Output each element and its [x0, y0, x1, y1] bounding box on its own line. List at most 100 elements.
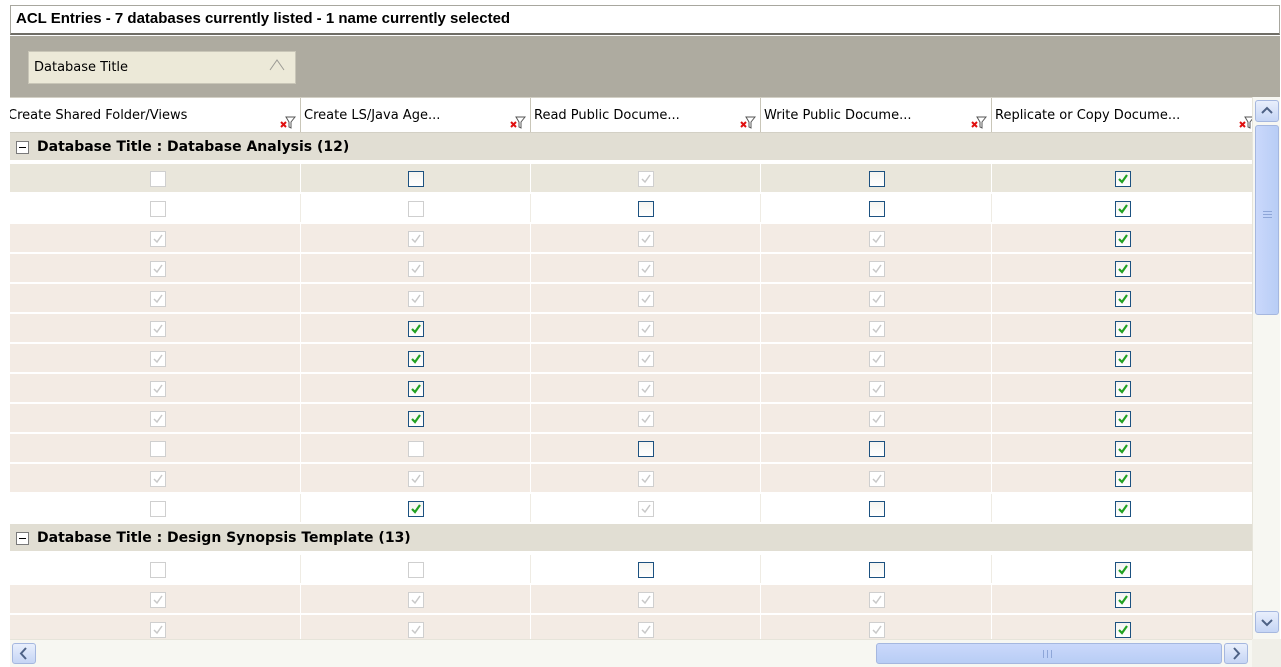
unchecked-checkbox[interactable] — [638, 562, 654, 578]
checked-checkbox[interactable] — [1115, 501, 1131, 517]
table-row[interactable] — [10, 194, 1252, 223]
checked-checkbox[interactable] — [1115, 441, 1131, 457]
checked-checkbox[interactable] — [1115, 411, 1131, 427]
unchecked-checkbox[interactable] — [868, 171, 885, 187]
arrow-down-icon — [1261, 619, 1273, 627]
group-by-database-title-chip[interactable]: Database Title — [28, 51, 296, 84]
disabled-checked-checkbox — [868, 411, 885, 427]
filter-clear-icon[interactable] — [1239, 109, 1252, 129]
filter-clear-icon[interactable] — [971, 109, 988, 129]
checked-checkbox[interactable] — [1115, 351, 1131, 367]
disabled-checked-checkbox — [408, 291, 424, 307]
collapse-group-icon[interactable] — [16, 532, 29, 545]
disabled-checked-checkbox — [408, 261, 424, 277]
checked-checkbox[interactable] — [1115, 321, 1131, 337]
scroll-up-button[interactable] — [1255, 100, 1279, 122]
table-cell — [761, 585, 992, 613]
disabled-empty-checkbox — [150, 501, 166, 517]
unchecked-checkbox[interactable] — [868, 562, 885, 578]
unchecked-checkbox[interactable] — [638, 201, 654, 217]
checked-checkbox[interactable] — [1115, 381, 1131, 397]
group-chip-label: Database Title — [34, 60, 129, 75]
table-cell — [531, 224, 761, 252]
scroll-left-button[interactable] — [12, 643, 36, 664]
table-cell — [10, 585, 301, 613]
group-row[interactable]: Database Title : Design Synopsis Templat… — [10, 524, 1252, 553]
table-row[interactable] — [10, 344, 1252, 373]
scroll-down-button[interactable] — [1255, 611, 1279, 633]
table-cell — [301, 374, 531, 402]
table-row[interactable] — [10, 314, 1252, 343]
checked-checkbox[interactable] — [1115, 471, 1131, 487]
table-cell — [10, 464, 301, 492]
table-cell — [531, 194, 761, 222]
disabled-checked-checkbox — [150, 471, 166, 487]
checked-checkbox[interactable] — [1115, 592, 1131, 608]
table-row[interactable] — [10, 164, 1252, 193]
group-row[interactable]: Database Title : Database Analysis (12) — [10, 133, 1252, 162]
unchecked-checkbox[interactable] — [868, 501, 885, 517]
filter-clear-icon[interactable] — [510, 109, 527, 129]
table-row[interactable] — [10, 224, 1252, 253]
table-cell — [301, 344, 531, 372]
horizontal-scrollbar[interactable] — [10, 639, 1252, 667]
filter-clear-icon[interactable] — [280, 109, 297, 129]
column-header-label: Read Public Docume... — [534, 108, 680, 123]
checked-checkbox[interactable] — [408, 501, 424, 517]
disabled-checked-checkbox — [408, 231, 424, 247]
table-row[interactable] — [10, 555, 1252, 584]
unchecked-checkbox[interactable] — [408, 171, 424, 187]
unchecked-checkbox[interactable] — [638, 441, 654, 457]
table-cell — [10, 284, 301, 312]
disabled-checked-checkbox — [638, 291, 654, 307]
view-title: ACL Entries - 7 databases currently list… — [16, 10, 511, 27]
disabled-checked-checkbox — [150, 291, 166, 307]
table-row[interactable] — [10, 374, 1252, 403]
checked-checkbox[interactable] — [1115, 562, 1131, 578]
filter-clear-icon[interactable] — [740, 109, 757, 129]
table-cell — [10, 314, 301, 342]
table-row[interactable] — [10, 615, 1252, 639]
table-row[interactable] — [10, 434, 1252, 463]
checked-checkbox[interactable] — [1115, 201, 1131, 217]
disabled-checked-checkbox — [150, 381, 166, 397]
checked-checkbox[interactable] — [408, 321, 424, 337]
disabled-checked-checkbox — [638, 501, 654, 517]
checked-checkbox[interactable] — [408, 351, 424, 367]
checked-checkbox[interactable] — [408, 381, 424, 397]
vertical-scrollbar[interactable] — [1252, 97, 1280, 639]
table-row[interactable] — [10, 585, 1252, 614]
table-row[interactable] — [10, 254, 1252, 283]
scroll-right-button[interactable] — [1224, 643, 1248, 664]
table-cell — [301, 555, 531, 583]
table-cell — [761, 314, 992, 342]
unchecked-checkbox[interactable] — [868, 441, 885, 457]
table-cell — [992, 585, 1252, 613]
table-row[interactable] — [10, 284, 1252, 313]
group-label: Database Title : Database Analysis (12) — [37, 139, 350, 155]
column-header-create-ls-java-agents[interactable]: Create LS/Java Age... — [301, 98, 531, 132]
unchecked-checkbox[interactable] — [868, 201, 885, 217]
checked-checkbox[interactable] — [1115, 622, 1131, 638]
table-cell — [10, 404, 301, 432]
table-cell — [992, 434, 1252, 462]
column-header-write-public-documents[interactable]: Write Public Docume... — [761, 98, 992, 132]
table-cell — [10, 344, 301, 372]
disabled-checked-checkbox — [868, 381, 885, 397]
checked-checkbox[interactable] — [408, 411, 424, 427]
collapse-group-icon[interactable] — [16, 141, 29, 154]
column-header-create-shared-folder-views[interactable]: Create Shared Folder/Views — [10, 98, 301, 132]
group-by-panel: Database Title — [10, 36, 1280, 97]
checked-checkbox[interactable] — [1115, 231, 1131, 247]
column-header-read-public-documents[interactable]: Read Public Docume... — [531, 98, 761, 132]
checked-checkbox[interactable] — [1115, 291, 1131, 307]
horizontal-scroll-thumb[interactable] — [876, 643, 1222, 664]
column-header-replicate-or-copy-documents[interactable]: Replicate or Copy Docume... — [992, 98, 1252, 132]
checked-checkbox[interactable] — [1115, 261, 1131, 277]
table-row[interactable] — [10, 494, 1252, 523]
table-row[interactable] — [10, 404, 1252, 433]
table-cell — [301, 434, 531, 462]
checked-checkbox[interactable] — [1115, 171, 1131, 187]
vertical-scroll-thumb[interactable] — [1255, 125, 1279, 315]
table-row[interactable] — [10, 464, 1252, 493]
